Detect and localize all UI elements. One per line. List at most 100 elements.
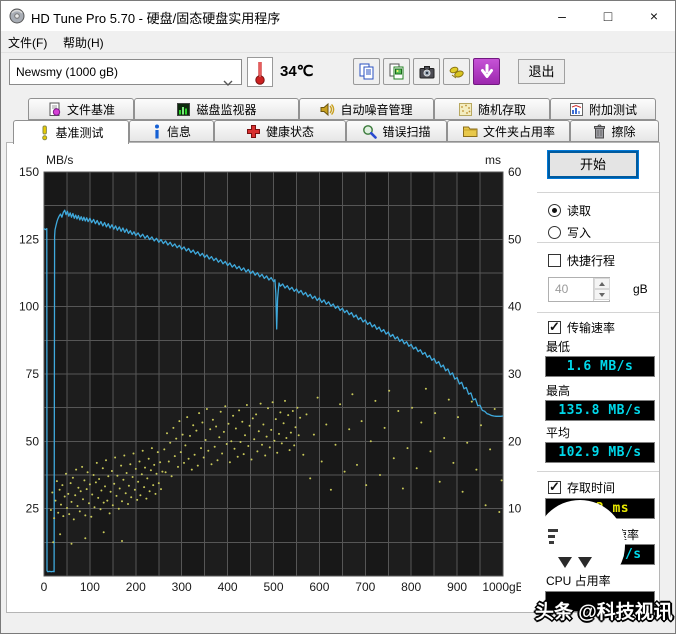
tab-label: 健康状态	[265, 124, 314, 139]
svg-text:50: 50	[508, 232, 521, 246]
red-cross-icon	[246, 124, 260, 138]
spinner-down-button[interactable]	[594, 289, 610, 300]
svg-text:25: 25	[26, 502, 40, 516]
svg-text:ms: ms	[485, 153, 501, 167]
menu-file[interactable]: 文件(F)	[8, 34, 47, 51]
temperature-value: 34℃	[280, 63, 314, 80]
tab-label: 错误扫描	[382, 124, 431, 139]
download-button[interactable]	[473, 58, 500, 85]
maximize-button[interactable]: □	[585, 1, 631, 31]
exit-button[interactable]: 退出	[518, 59, 565, 84]
tab-label: 自动噪音管理	[340, 102, 413, 117]
copy-image-icon	[389, 63, 403, 79]
capacity-unit-label: gB	[633, 282, 648, 296]
random-dots-icon	[458, 102, 472, 116]
write-radio[interactable]: 写入	[548, 224, 591, 241]
copy-image-button[interactable]	[383, 58, 410, 85]
menu-help[interactable]: 帮助(H)	[63, 34, 104, 51]
trash-icon	[594, 124, 606, 138]
svg-text:600: 600	[309, 580, 329, 594]
menu-bar: 文件(F) 帮助(H)	[1, 31, 675, 53]
close-button[interactable]: ×	[631, 1, 675, 31]
svg-text:300: 300	[172, 580, 192, 594]
min-label: 最低	[546, 340, 571, 354]
tab-label: 随机存取	[477, 102, 526, 117]
tab-extra-tests[interactable]: 附加测试	[550, 98, 656, 120]
disk-monitor-icon	[177, 102, 191, 116]
tab-disk-monitor[interactable]: 磁盘监视器	[134, 98, 299, 120]
checkbox-box	[548, 319, 561, 335]
chevron-down-icon	[223, 70, 233, 94]
tab-erase[interactable]: 擦除	[570, 120, 659, 142]
tab-auto-acoustic[interactable]: 自动噪音管理	[299, 98, 434, 120]
drive-select-value: Newsmy (1000 gB)	[16, 65, 119, 79]
tab-error-scan[interactable]: 错误扫描	[346, 120, 447, 142]
drive-select-dropdown[interactable]: Newsmy (1000 gB)	[9, 59, 242, 86]
max-label: 最高	[546, 384, 571, 398]
tab-random-access[interactable]: 随机存取	[434, 98, 550, 120]
capacity-spinner[interactable]: 40	[548, 277, 610, 302]
screenshot-button[interactable]	[413, 58, 440, 85]
checkbox-box	[548, 479, 561, 495]
svg-text:60: 60	[508, 165, 521, 179]
app-logo-icon	[9, 8, 25, 29]
svg-text:75: 75	[26, 367, 40, 381]
divider	[537, 242, 659, 243]
short-stroke-checkbox[interactable]: 快捷行程	[548, 252, 615, 269]
svg-text:200: 200	[126, 580, 146, 594]
svg-text:1000gB: 1000gB	[482, 580, 521, 594]
capacity-value: 40	[555, 282, 569, 296]
max-speed-display: 135.8 MB/s	[545, 400, 655, 421]
svg-text:400: 400	[218, 580, 238, 594]
svg-text:0: 0	[41, 580, 48, 594]
copy-results-button[interactable]	[353, 58, 380, 85]
divider	[537, 192, 659, 193]
svg-text:150: 150	[19, 165, 39, 179]
thermometer-icon	[255, 62, 265, 85]
svg-text:100: 100	[19, 300, 39, 314]
tab-health[interactable]: 健康状态	[214, 120, 346, 142]
svg-text:800: 800	[401, 580, 421, 594]
copy-pages-icon	[359, 63, 373, 79]
tab-label: 信息	[166, 124, 191, 139]
read-radio[interactable]: 读取	[548, 202, 591, 219]
benchmark-chart: 1501251007550256050403020100 100 200 300 400…	[19, 153, 521, 594]
file-benchmark-icon	[49, 102, 61, 116]
svg-text:125: 125	[19, 232, 39, 246]
tab-label: 磁盘监视器	[196, 102, 257, 117]
divider	[537, 471, 659, 472]
extra-tests-icon	[569, 102, 583, 116]
tab-label: 文件基准	[66, 102, 115, 117]
read-radio-label: 读取	[567, 204, 592, 218]
spinner-up-button[interactable]	[594, 278, 610, 289]
tab-label: 文件夹占用率	[482, 124, 555, 139]
svg-text:10: 10	[508, 502, 521, 516]
hands-coins-icon	[449, 66, 464, 78]
svg-text:100: 100	[80, 580, 100, 594]
tab-info[interactable]: 信息	[129, 120, 214, 142]
cpu-usage-label: CPU 占用率	[546, 574, 611, 588]
tab-folder-usage[interactable]: 文件夹占用率	[447, 120, 570, 142]
min-speed-display: 1.6 MB/s	[545, 356, 655, 377]
checkbox-box	[548, 254, 561, 267]
down-arrow-icon	[480, 63, 493, 78]
svg-text:30: 30	[508, 367, 521, 381]
access-time-checkbox[interactable]: 存取时间	[548, 479, 615, 496]
svg-text:40: 40	[508, 300, 521, 314]
tab-benchmark[interactable]: 基准测试	[13, 120, 129, 144]
info-icon	[154, 124, 159, 138]
divider	[537, 312, 659, 313]
tab-file-benchmark[interactable]: 文件基准	[28, 98, 134, 120]
radio-circle	[548, 226, 561, 239]
transfer-rate-label: 传输速率	[567, 321, 616, 335]
tab-label: 擦除	[611, 124, 636, 139]
svg-text:900: 900	[447, 580, 467, 594]
transfer-rate-checkbox[interactable]: 传输速率	[548, 319, 615, 336]
tab-label: 附加测试	[588, 102, 637, 117]
donate-button[interactable]	[443, 58, 470, 85]
svg-text:20: 20	[508, 434, 521, 448]
minimize-button[interactable]: –	[539, 1, 585, 31]
toolbar: Newsmy (1000 gB) 34℃ 退出	[1, 53, 675, 97]
start-button[interactable]: 开始	[547, 150, 639, 179]
folder-icon	[462, 126, 478, 137]
